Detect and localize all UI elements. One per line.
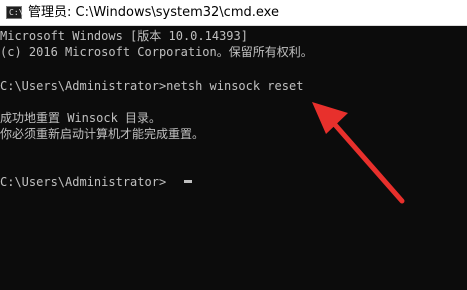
console-line-command: C:\Users\Administrator>netsh winsock res… <box>0 79 304 93</box>
window-title: 管理员: C:\Windows\system32\cmd.exe <box>28 5 279 20</box>
console-area[interactable]: Microsoft Windows [版本 10.0.14393] (c) 20… <box>0 26 467 290</box>
console-line-success: 成功地重置 Winsock 目录。 <box>0 111 162 125</box>
console-line-copyright: (c) 2016 Microsoft Corporation。保留所有权利。 <box>0 45 313 59</box>
text-cursor <box>184 180 192 183</box>
console-icon-glyph: C:\ <box>9 8 24 17</box>
console-line-version: Microsoft Windows [版本 10.0.14393] <box>0 29 248 43</box>
title-bar[interactable]: C:\ 管理员: C:\Windows\system32\cmd.exe <box>0 0 467 26</box>
cmd-window: C:\ 管理员: C:\Windows\system32\cmd.exe Mic… <box>0 0 467 290</box>
console-line-prompt: C:\Users\Administrator> <box>0 175 167 189</box>
console-icon: C:\ <box>6 6 24 19</box>
console-line-restart: 你必须重新启动计算机才能完成重置。 <box>0 127 205 141</box>
